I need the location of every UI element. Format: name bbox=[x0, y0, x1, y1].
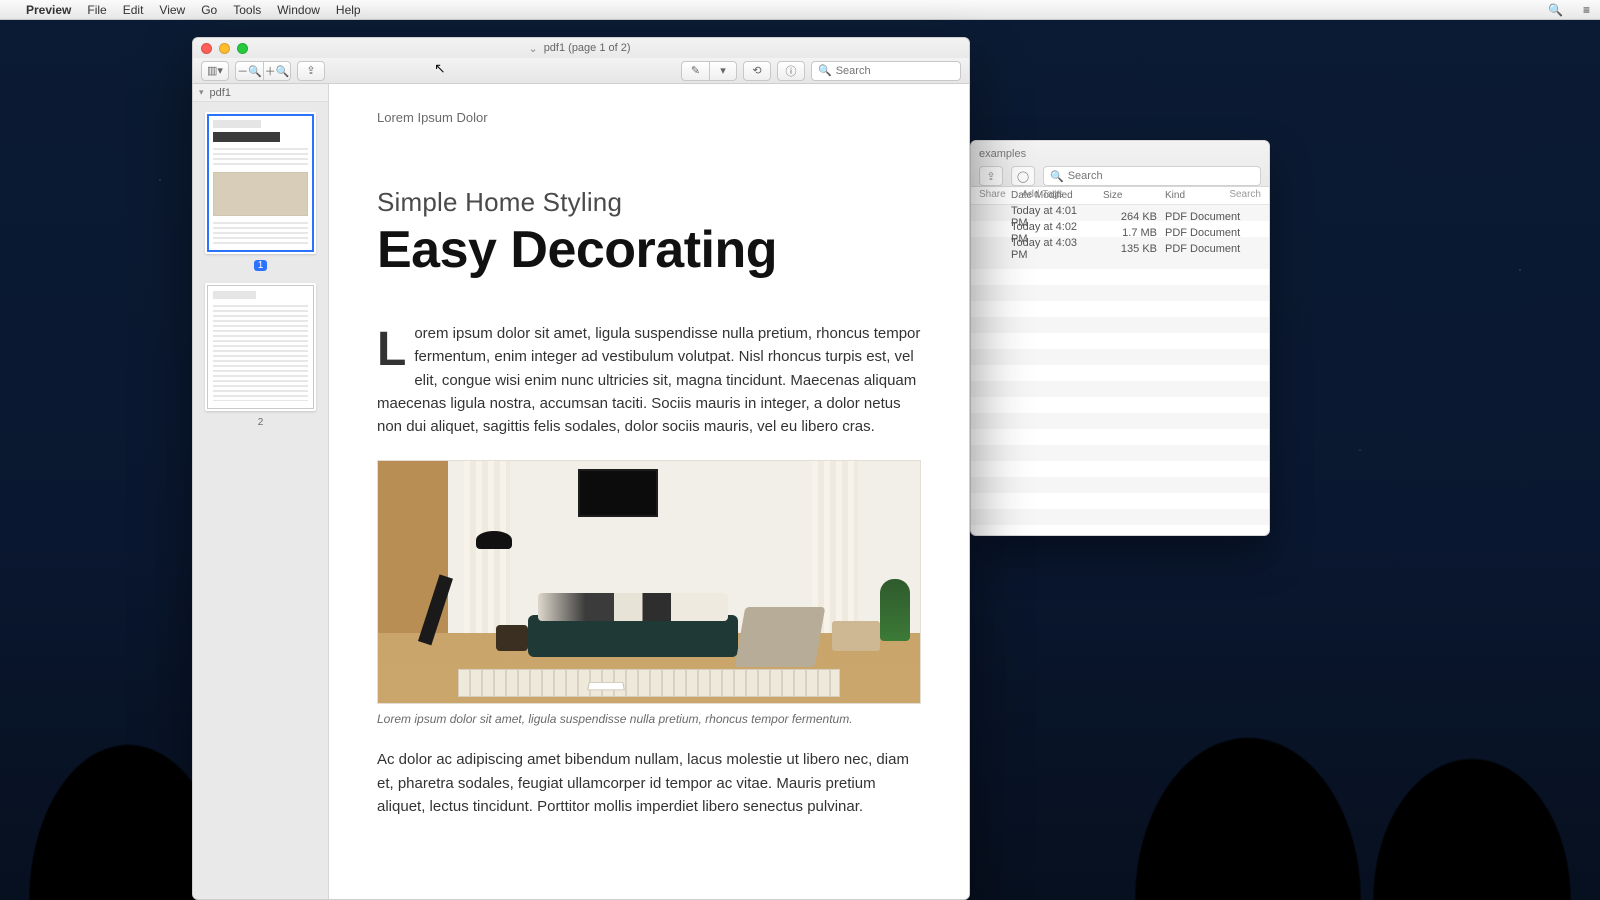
page-number: 2 bbox=[258, 417, 264, 428]
search-icon: 🔍 bbox=[1050, 170, 1064, 183]
inspector-button[interactable]: ⓘ bbox=[777, 61, 805, 81]
share-button[interactable]: ⇪ bbox=[297, 61, 325, 81]
cell-date: Today at 4:03 PM bbox=[1011, 237, 1095, 261]
col-kind[interactable]: Kind bbox=[1165, 190, 1261, 201]
disclosure-triangle-icon[interactable]: ▾ bbox=[199, 87, 204, 98]
menu-file[interactable]: File bbox=[87, 3, 106, 17]
markup-menu-button[interactable]: ▾ bbox=[709, 61, 737, 81]
sidebar-toggle-button[interactable]: ▥▾ bbox=[201, 61, 229, 81]
toolbar-search-input[interactable] bbox=[836, 65, 954, 77]
menu-view[interactable]: View bbox=[159, 3, 185, 17]
photo-caption: Lorem ipsum dolor sit amet, ligula suspe… bbox=[377, 712, 921, 726]
cell-kind: PDF Document bbox=[1165, 211, 1261, 223]
page-thumbnail-1[interactable] bbox=[205, 112, 316, 254]
sidebar-file-name: pdf1 bbox=[210, 87, 231, 99]
lede-paragraph: Lorem ipsum dolor sit amet, ligula suspe… bbox=[377, 322, 921, 438]
spotlight-icon[interactable]: 🔍 bbox=[1548, 3, 1563, 17]
menu-edit[interactable]: Edit bbox=[123, 3, 144, 17]
cell-kind: PDF Document bbox=[1165, 243, 1261, 255]
finder-share-button[interactable]: ⇪ bbox=[979, 166, 1003, 186]
cell-kind: PDF Document bbox=[1165, 227, 1261, 239]
body-paragraph: Ac dolor ac adipiscing amet bibendum nul… bbox=[377, 748, 921, 818]
zoom-in-button[interactable]: ＋🔍 bbox=[263, 61, 291, 81]
preview-window[interactable]: ⌄ pdf1 (page 1 of 2) ▥▾ －🔍 ＋🔍 ⇪ ✎ ▾ ⟲ ⓘ … bbox=[192, 37, 970, 900]
menu-tools[interactable]: Tools bbox=[233, 3, 261, 17]
preview-toolbar: ▥▾ －🔍 ＋🔍 ⇪ ✎ ▾ ⟲ ⓘ 🔍 bbox=[193, 58, 969, 84]
page-thumbnail-2[interactable] bbox=[205, 283, 316, 411]
toolbar-search-field[interactable]: 🔍 bbox=[811, 61, 961, 81]
sidebar-file-row[interactable]: ▾ pdf1 bbox=[193, 84, 328, 102]
zoom-out-button[interactable]: －🔍 bbox=[235, 61, 263, 81]
menu-help[interactable]: Help bbox=[336, 3, 361, 17]
menubar-extra-icon[interactable]: ≡ bbox=[1583, 3, 1590, 17]
app-menu[interactable]: Preview bbox=[26, 3, 71, 17]
cell-size: 135 KB bbox=[1103, 243, 1157, 255]
table-row[interactable]: Today at 4:03 PM 135 KB PDF Document bbox=[971, 237, 1269, 253]
finder-search-input[interactable] bbox=[1068, 170, 1254, 182]
finder-window[interactable]: examples ⇪ ◯ 🔍 Share Add Tags Search Dat… bbox=[970, 140, 1270, 536]
window-controls bbox=[201, 43, 248, 54]
finder-titlebar[interactable]: examples ⇪ ◯ 🔍 Share Add Tags Search bbox=[971, 141, 1269, 187]
cell-size: 1.7 MB bbox=[1103, 227, 1157, 239]
macos-menubar: Preview File Edit View Go Tools Window H… bbox=[0, 0, 1600, 20]
col-date[interactable]: Date Modified bbox=[1011, 190, 1095, 201]
headline: Easy Decorating bbox=[377, 220, 921, 280]
col-size[interactable]: Size bbox=[1103, 190, 1157, 201]
title-proxy-icon[interactable]: ⌄ bbox=[528, 42, 537, 55]
finder-title: examples bbox=[979, 148, 1026, 160]
menu-go[interactable]: Go bbox=[201, 3, 217, 17]
article-photo bbox=[377, 460, 921, 704]
minimize-button[interactable] bbox=[219, 43, 230, 54]
page-number-badge: 1 bbox=[254, 260, 268, 271]
finder-tags-button[interactable]: ◯ bbox=[1011, 166, 1035, 186]
table-row[interactable]: Today at 4:02 PM 1.7 MB PDF Document bbox=[971, 221, 1269, 237]
table-row[interactable]: Today at 4:01 PM 264 KB PDF Document bbox=[971, 205, 1269, 221]
window-title: pdf1 (page 1 of 2) bbox=[544, 42, 631, 54]
finder-rows: Today at 4:01 PM 264 KB PDF Document Tod… bbox=[971, 205, 1269, 536]
document-view[interactable]: Lorem Ipsum Dolor Simple Home Styling Ea… bbox=[329, 84, 969, 899]
preview-titlebar[interactable]: ⌄ pdf1 (page 1 of 2) bbox=[193, 38, 969, 58]
markup-button[interactable]: ✎ bbox=[681, 61, 709, 81]
search-icon: 🔍 bbox=[818, 64, 832, 77]
cell-size: 264 KB bbox=[1103, 211, 1157, 223]
rotate-button[interactable]: ⟲ bbox=[743, 61, 771, 81]
close-button[interactable] bbox=[201, 43, 212, 54]
thumbnail-sidebar: ▾ pdf1 1 2 bbox=[193, 84, 329, 899]
finder-search-field[interactable]: 🔍 bbox=[1043, 166, 1261, 186]
menu-window[interactable]: Window bbox=[277, 3, 320, 17]
finder-share-label: Share bbox=[979, 189, 1006, 200]
zoom-button[interactable] bbox=[237, 43, 248, 54]
kicker: Simple Home Styling bbox=[377, 187, 921, 218]
finder-column-header[interactable]: Date Modified Size Kind bbox=[971, 187, 1269, 205]
running-head: Lorem Ipsum Dolor bbox=[377, 110, 921, 125]
